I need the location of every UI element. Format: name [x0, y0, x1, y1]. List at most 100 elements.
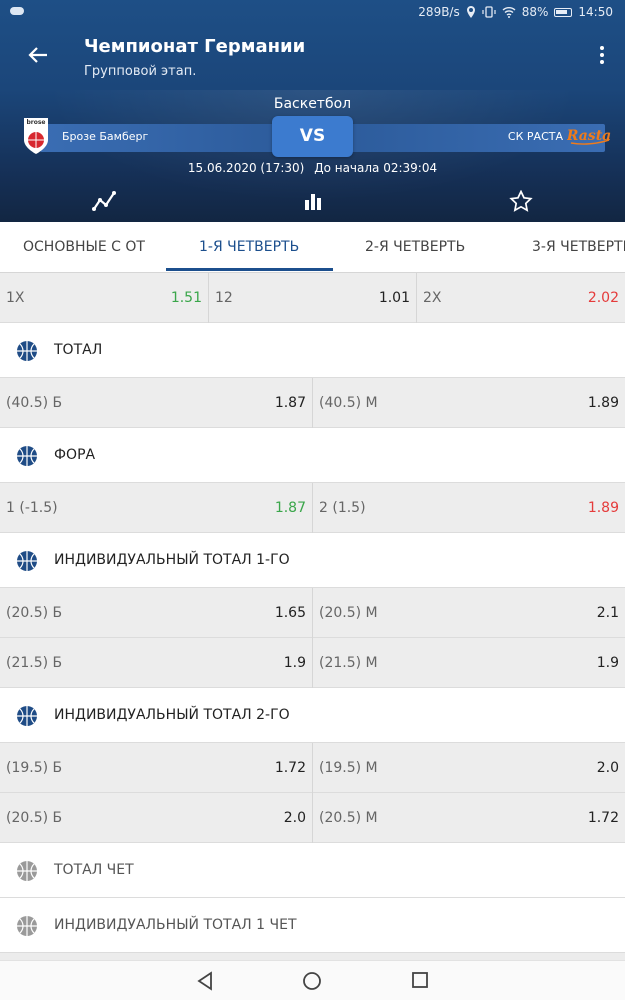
location-icon [466, 6, 475, 18]
team2-logo: Rasta [566, 124, 611, 148]
more-menu-button[interactable] [597, 46, 607, 68]
odds-label: (20.5) Б [6, 605, 63, 621]
basketball-icon [17, 341, 37, 361]
odds-cell[interactable]: (20.5) М 2.1 [313, 588, 625, 638]
odds-row: 1 (-1.5) 1.87 2 (1.5) 1.89 [0, 483, 625, 533]
nav-home-button[interactable] [302, 971, 324, 991]
tab-main[interactable]: ОСНОВНЫЕ С ОТ [23, 222, 145, 272]
more-vert-dot [600, 53, 604, 57]
market-title: ТОТАЛ [54, 342, 103, 358]
market-title: ИНДИВИДУАЛЬНЫЙ ТОТАЛ 2-ГО [54, 707, 290, 723]
odds-label: 1X [6, 290, 25, 306]
more-vert-dot [600, 60, 604, 64]
odds-label: (20.5) Б [6, 810, 63, 826]
odds-cell[interactable]: (19.5) Б 1.72 [0, 743, 313, 793]
odds-label: 12 [215, 290, 233, 306]
sport-name: Баскетбол [273, 96, 352, 112]
market-header[interactable]: ТОТАЛ [0, 323, 625, 378]
odds-cell[interactable]: (40.5) М 1.89 [313, 378, 625, 428]
bar-chart-button[interactable] [301, 190, 329, 216]
team1-logo-text: brose [26, 119, 45, 126]
odds-label: 2X [423, 290, 442, 306]
stats-line-button[interactable] [91, 190, 119, 216]
odds-value: 1.9 [596, 655, 619, 671]
odds-cell[interactable]: (21.5) Б 1.9 [0, 638, 313, 688]
market-header[interactable]: ФОРА [0, 428, 625, 483]
odds-value: 1.72 [274, 760, 306, 776]
market-header[interactable]: ИНДИВИДУАЛЬНЫЙ ТОТАЛ 1-ГО [0, 533, 625, 588]
odds-cell[interactable]: 2 (1.5) 1.89 [313, 483, 625, 533]
market-header[interactable]: ТОТАЛ ЧЕТ [0, 843, 625, 898]
back-triangle-icon [197, 971, 212, 991]
odds-cell-1x[interactable]: 1X 1.51 [0, 273, 209, 323]
odds-cell[interactable]: (21.5) М 1.9 [313, 638, 625, 688]
match-countdown: До начала 02:39:04 [314, 161, 438, 175]
market-title: ИНДИВИДУАЛЬНЫЙ ТОТАЛ 1-ГО [54, 552, 290, 568]
odds-value: 1.89 [587, 500, 619, 516]
basketball-icon [17, 916, 37, 936]
match-header: 289B/s 88% 14:50 Чемпионат Германии Груп… [0, 0, 625, 222]
basketball-icon [17, 706, 37, 726]
battery-percent: 88% [521, 5, 549, 19]
battery-icon [554, 7, 573, 17]
odds-cell[interactable]: 1 (-1.5) 1.87 [0, 483, 313, 533]
favorite-button[interactable] [509, 189, 537, 216]
odds-value: 1.51 [170, 290, 202, 306]
odds-cell[interactable]: (19.5) М 2.0 [313, 743, 625, 793]
odds-value: 1.9 [283, 655, 306, 671]
more-vert-icon [600, 46, 604, 50]
tab-quarter-1[interactable]: 1-Я ЧЕТВЕРТЬ [199, 222, 299, 272]
odds-cell[interactable]: (40.5) Б 1.87 [0, 378, 313, 428]
nav-recents-button[interactable] [411, 971, 433, 991]
cloud-icon [10, 7, 24, 15]
odds-value: 2.1 [596, 605, 619, 621]
market-header[interactable]: ИНДИВИДУАЛЬНЫЙ ТОТАЛ 1 ЧЕТ [0, 898, 625, 953]
odds-value: 1.87 [274, 395, 306, 411]
recents-square-icon [412, 972, 428, 988]
odds-row: (21.5) Б 1.9 (21.5) М 1.9 [0, 638, 625, 688]
odds-row: (19.5) Б 1.72 (19.5) М 2.0 [0, 743, 625, 793]
vs-badge: VS [272, 116, 353, 157]
match-date: 15.06.2020 (17:30) [187, 161, 305, 175]
odds-cell-2x[interactable]: 2X 2.02 [417, 273, 625, 323]
market-title: ИНДИВИДУАЛЬНЫЙ ТОТАЛ 1 ЧЕТ [54, 917, 297, 933]
odds-label: (20.5) М [319, 810, 378, 826]
odds-value: 1.65 [274, 605, 306, 621]
odds-cell[interactable]: (20.5) Б 2.0 [0, 793, 313, 843]
odds-row: (40.5) Б 1.87 (40.5) М 1.89 [0, 378, 625, 428]
odds-row: (20.5) Б 2.0 (20.5) М 1.72 [0, 793, 625, 843]
odds-cell[interactable]: (20.5) М 1.72 [313, 793, 625, 843]
basketball-icon [17, 551, 37, 571]
team2-name: СК РАСТА [507, 130, 563, 143]
market-title: ТОТАЛ ЧЕТ [54, 862, 134, 878]
network-speed: 289B/s [418, 5, 460, 19]
market-header[interactable]: ИНДИВИДУАЛЬНЫЙ ТОТАЛ 2-ГО [0, 688, 625, 743]
team1-logo: brose [20, 118, 52, 156]
odds-value: 2.0 [283, 810, 306, 826]
wifi-icon [502, 7, 516, 18]
page-title: Чемпионат Германии [84, 36, 306, 57]
stats-line-icon [92, 191, 116, 211]
nav-back-button[interactable] [196, 971, 218, 991]
tab-quarter-2[interactable]: 2-Я ЧЕТВЕРТЬ [365, 222, 465, 272]
odds-label: (20.5) М [319, 605, 378, 621]
odds-value: 1.72 [587, 810, 619, 826]
odds-cell[interactable]: (20.5) Б 1.65 [0, 588, 313, 638]
clock: 14:50 [578, 5, 613, 19]
team1-name: Брозе Бамберг [62, 130, 149, 143]
status-bar: 289B/s 88% 14:50 [0, 0, 625, 25]
basketball-icon [17, 446, 37, 466]
odds-label: (19.5) Б [6, 760, 63, 776]
odds-cell-12[interactable]: 12 1.01 [209, 273, 417, 323]
tab-quarter-3[interactable]: 3-Я ЧЕТВЕРТЬ [532, 222, 625, 272]
basketball-icon [17, 861, 37, 881]
odds-label: (40.5) Б [6, 395, 63, 411]
odds-label: (21.5) Б [6, 655, 63, 671]
odds-label: 2 (1.5) [319, 500, 366, 516]
odds-label: (19.5) М [319, 760, 378, 776]
market-sections: ТОТАЛ (40.5) Б 1.87 (40.5) М 1.89 ФОРА 1 (-1.5… [0, 323, 625, 953]
team2-bar [345, 124, 605, 152]
back-button[interactable] [24, 44, 52, 72]
odds-value: 2.0 [596, 760, 619, 776]
odds-value: 1.01 [378, 290, 410, 306]
